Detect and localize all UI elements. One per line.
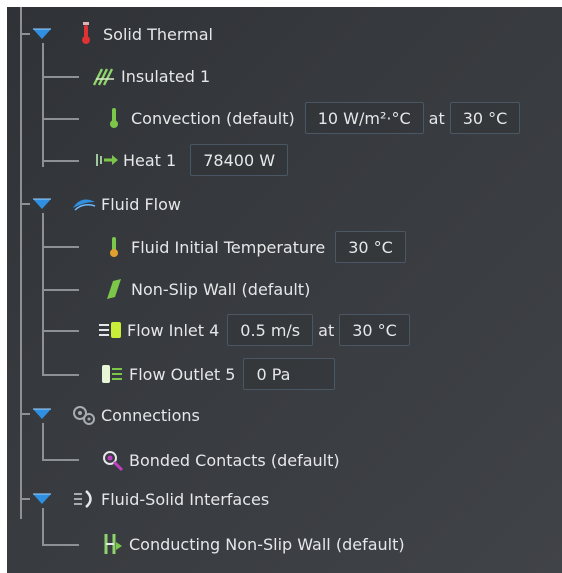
tree-line [42,43,44,167]
node-label: Fluid Flow [101,194,181,214]
node-label: Connections [101,405,200,425]
expand-caret-icon[interactable] [31,407,53,421]
at-label: at [318,320,335,340]
node-label: Bonded Contacts (default) [129,450,340,470]
tree-line [42,459,79,461]
tree-item-non-slip-wall[interactable]: Non-Slip Wall (default) [101,271,310,307]
heat-value-field[interactable]: 78400 W [190,144,289,176]
tree-line [42,246,79,248]
tree-line [42,508,44,546]
tree-line [42,213,44,376]
node-label: Conducting Non-Slip Wall (default) [129,534,405,554]
heat-flow-icon [93,147,119,173]
thermometer-green-icon [101,105,127,131]
tree-line [20,33,30,35]
inlet-velocity-field[interactable]: 0.5 m/s [227,314,314,346]
tree-item-fluid-initial-temperature[interactable]: Fluid Initial Temperature 30 °C [101,229,406,265]
tree-line [42,423,44,461]
node-label: Insulated 1 [121,66,211,86]
inlet-temperature-field[interactable]: 30 °C [339,314,410,346]
outlet-pressure-field[interactable]: 0 Pa [243,358,336,390]
tree-line [20,203,30,205]
tree-line [42,289,79,291]
conducting-wall-icon [99,531,125,557]
tree-item-flow-outlet[interactable]: Flow Outlet 5 0 Pa [99,356,336,392]
at-label: at [428,108,445,128]
tree-node-solid-thermal[interactable]: Solid Thermal [73,16,213,52]
convection-temperature-field[interactable]: 30 °C [449,102,521,134]
flow-outlet-icon [99,361,125,387]
expand-caret-icon[interactable] [31,492,53,506]
wall-green-icon [101,276,127,302]
interface-icon [71,486,97,512]
node-label: Solid Thermal [103,24,213,44]
gears-icon [71,402,97,428]
tree-line [42,330,79,332]
thermometer-red-icon [73,21,99,47]
node-label: Fluid Initial Temperature [131,237,326,257]
tree-node-fluid-flow[interactable]: Fluid Flow [71,186,181,222]
tree-line [20,7,22,519]
tree-item-flow-inlet[interactable]: Flow Inlet 4 0.5 m/s at 30 °C [97,312,410,348]
tree-node-connections[interactable]: Connections [71,397,200,433]
node-label: Fluid-Solid Interfaces [101,489,270,509]
tree-line [20,413,30,415]
simulation-tree-panel: Solid Thermal Insulated 1 Convection (de… [7,7,562,573]
node-label: Convection (default) [131,108,295,128]
tree-node-fluid-solid-interfaces[interactable]: Fluid-Solid Interfaces [71,481,269,517]
flow-inlet-icon [97,317,123,343]
insulation-icon [91,63,117,89]
bonded-contact-icon [99,447,125,473]
thermometer-green-icon [101,234,127,260]
tree-line [42,118,79,120]
tree-item-bonded-contacts[interactable]: Bonded Contacts (default) [99,442,340,478]
node-label: Non-Slip Wall (default) [131,279,311,299]
tree-item-heat[interactable]: Heat 1 78400 W [93,142,289,178]
tree-item-convection[interactable]: Convection (default) 10 W/m²·°C at 30 °C [101,100,521,136]
convection-coefficient-field[interactable]: 10 W/m²·°C [304,102,424,134]
tree-item-insulated[interactable]: Insulated 1 [91,58,210,94]
tree-line [42,76,79,78]
node-label: Flow Outlet 5 [129,364,236,384]
initial-temperature-field[interactable]: 30 °C [335,231,406,263]
node-label: Heat 1 [123,150,177,170]
tree-line [20,498,30,500]
tree-item-conducting-non-slip-wall[interactable]: Conducting Non-Slip Wall (default) [99,526,405,562]
fluid-wave-icon [71,191,97,217]
node-label: Flow Inlet 4 [127,320,220,340]
expand-caret-icon[interactable] [31,27,53,41]
tree-line [42,160,79,162]
tree-line [42,374,79,376]
tree-line [42,544,79,546]
expand-caret-icon[interactable] [31,197,53,211]
